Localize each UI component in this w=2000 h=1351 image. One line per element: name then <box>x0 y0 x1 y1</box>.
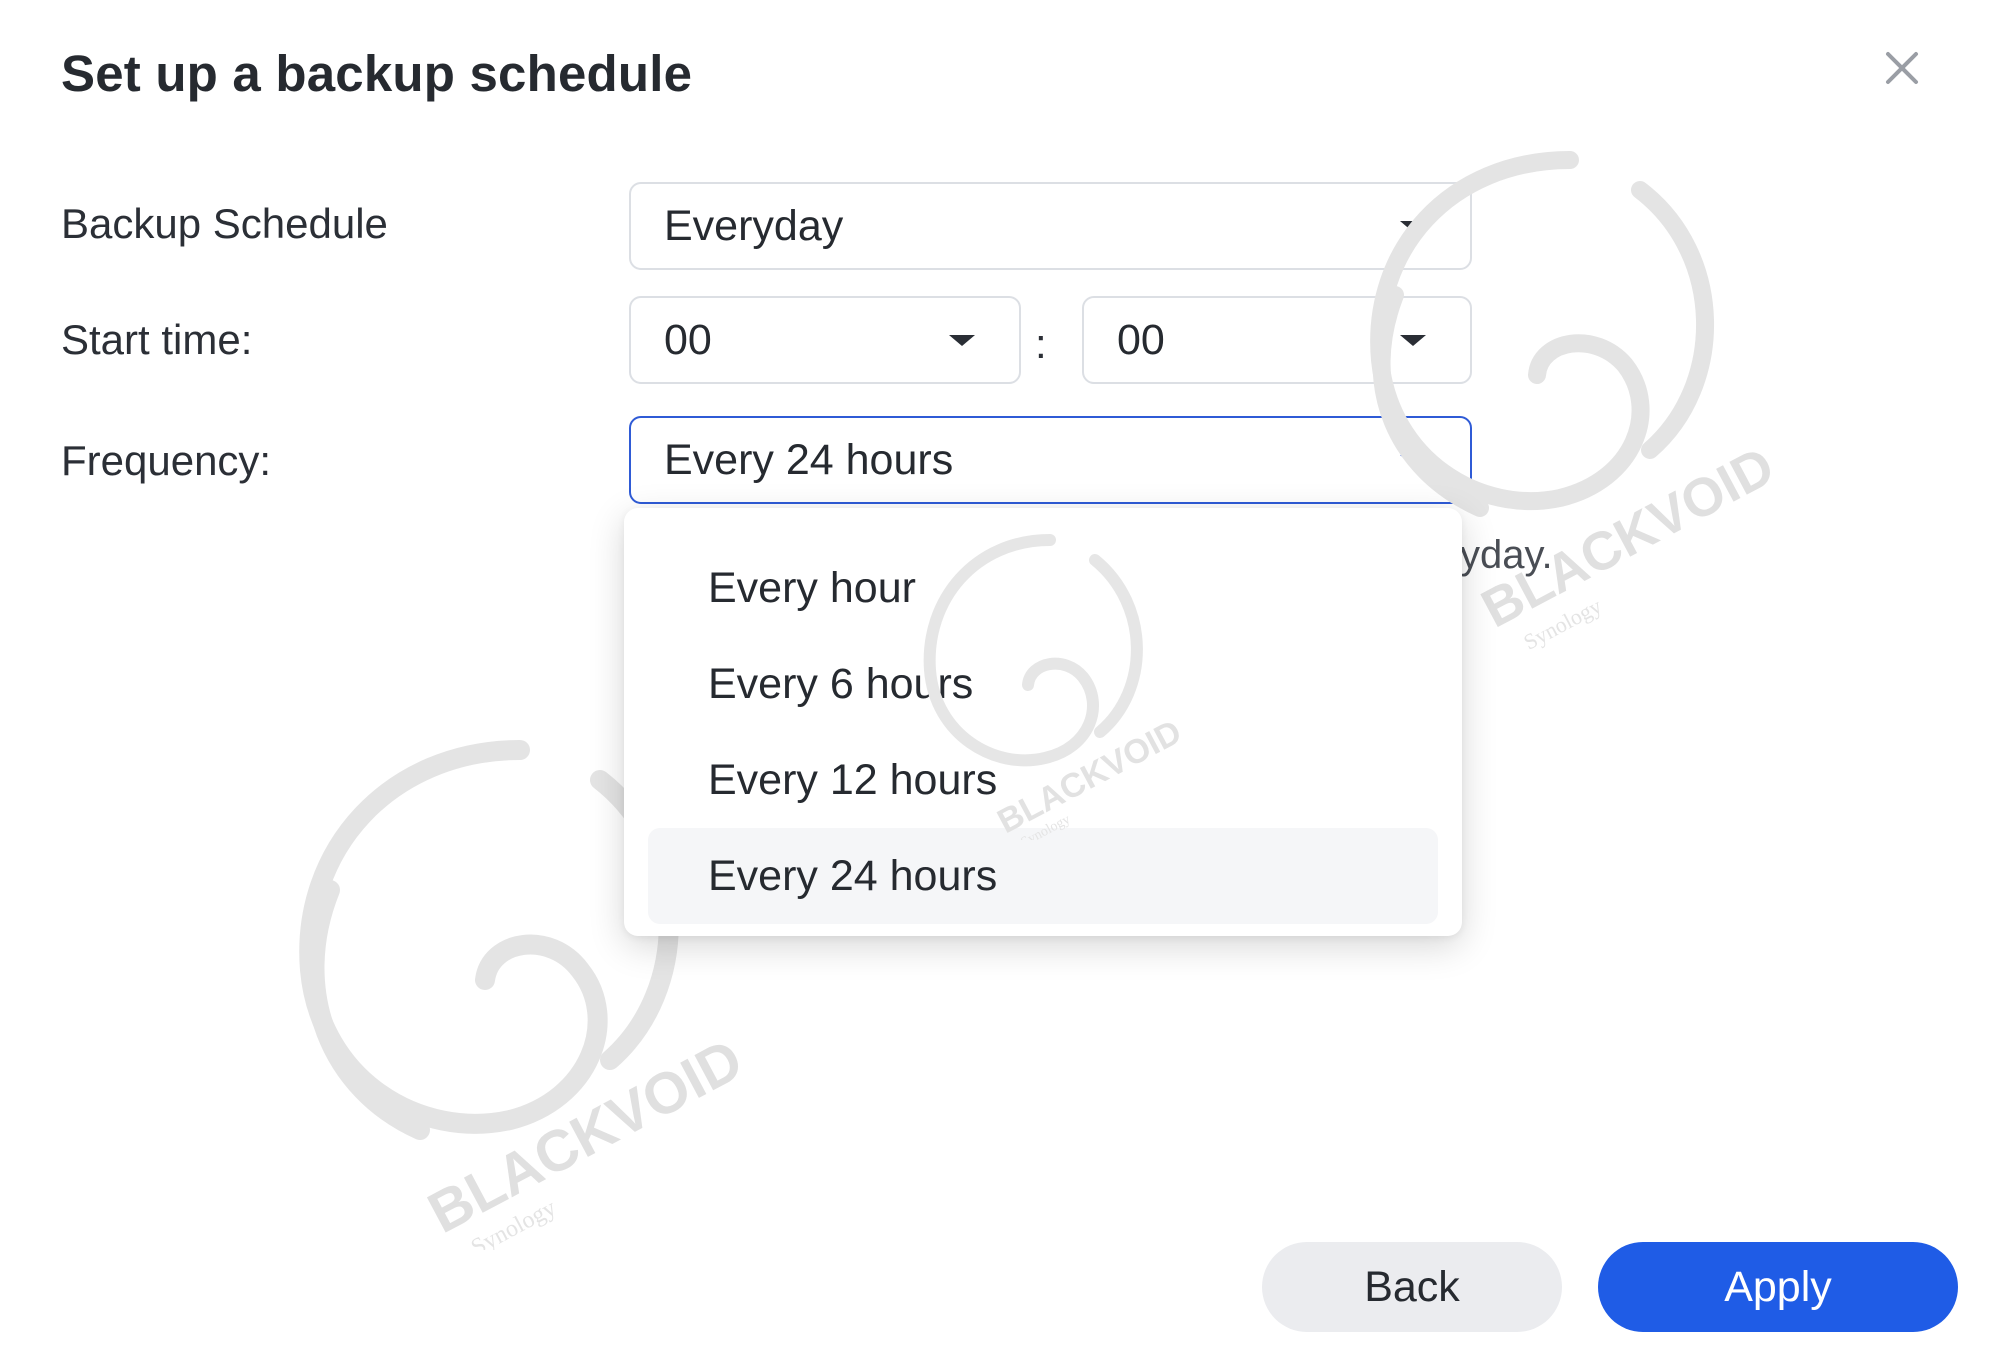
schedule-hint-text: yday. <box>1460 533 1553 577</box>
apply-button[interactable]: Apply <box>1598 1242 1958 1332</box>
backup-schedule-label: Backup Schedule <box>61 200 388 247</box>
close-button[interactable] <box>1880 46 1924 90</box>
chevron-down-icon <box>1400 335 1426 346</box>
menu-item-every-12-hours[interactable]: Every 12 hours <box>648 732 1438 828</box>
frequency-select[interactable]: Every 24 hours <box>629 416 1472 504</box>
start-minute-value: 00 <box>1117 315 1165 364</box>
chevron-down-icon <box>949 335 975 346</box>
start-time-label: Start time: <box>61 316 253 363</box>
start-hour-select[interactable]: 00 <box>629 296 1021 384</box>
watermark-sub: Synology <box>1519 593 1605 655</box>
chevron-down-icon <box>1400 221 1426 232</box>
frequency-label: Frequency: <box>61 437 272 484</box>
menu-item-every-hour[interactable]: Every hour <box>648 540 1438 636</box>
watermark-sub: Synology <box>467 1195 560 1250</box>
frequency-value: Every 24 hours <box>664 435 954 484</box>
watermark-brand: BLACKVOID <box>418 1027 750 1246</box>
chevron-down-icon <box>1400 455 1426 466</box>
backup-schedule-dialog: Set up a backup schedule Backup Schedule… <box>0 0 2000 1351</box>
menu-item-every-24-hours[interactable]: Every 24 hours <box>648 828 1438 924</box>
backup-schedule-select[interactable]: Everyday <box>629 182 1472 270</box>
frequency-dropdown-menu: Every hour Every 6 hours Every 12 hours … <box>624 508 1462 936</box>
back-button[interactable]: Back <box>1262 1242 1562 1332</box>
start-hour-value: 00 <box>664 315 712 364</box>
time-separator: : <box>1035 320 1047 367</box>
menu-item-every-6-hours[interactable]: Every 6 hours <box>648 636 1438 732</box>
start-minute-select[interactable]: 00 <box>1082 296 1472 384</box>
close-icon <box>1886 52 1918 84</box>
backup-schedule-value: Everyday <box>664 201 844 250</box>
dialog-title: Set up a backup schedule <box>61 45 693 102</box>
